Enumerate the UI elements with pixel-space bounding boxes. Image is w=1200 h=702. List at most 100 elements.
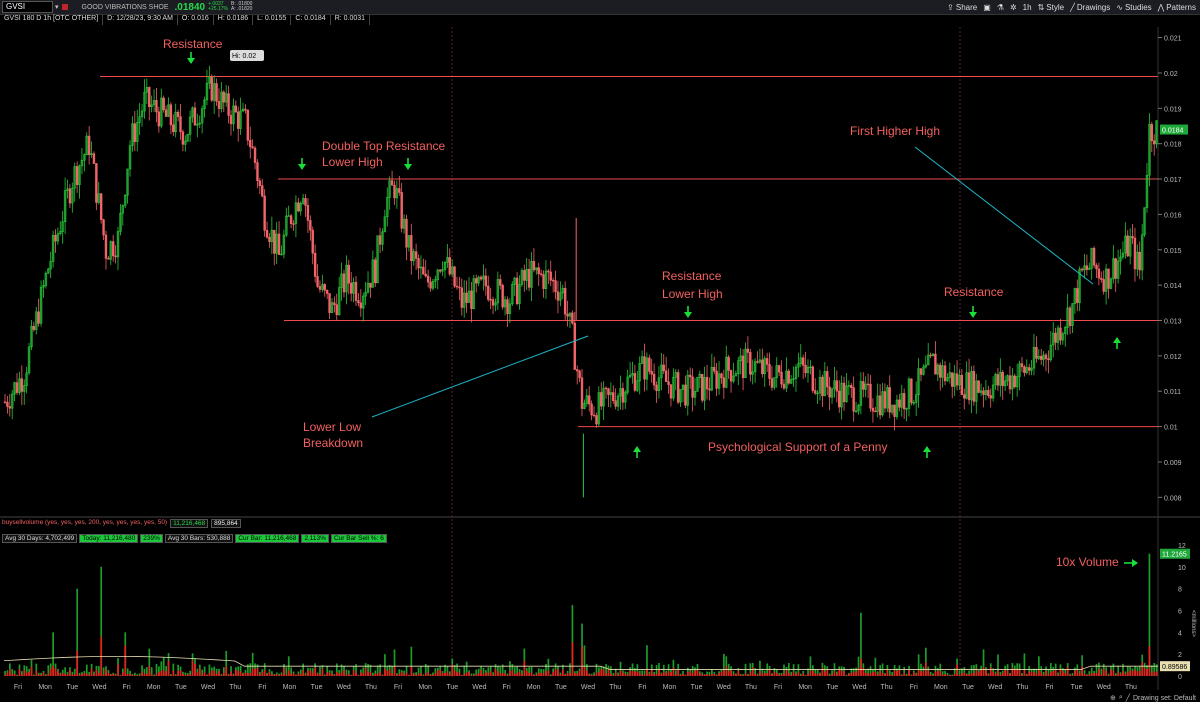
draw-icon[interactable]: ╱ [1126,694,1130,702]
volume-bar-sell-60 [148,665,151,676]
candle-body-254 [614,400,617,407]
volume-bar-sell-391 [944,674,946,676]
volume-bar-sell-431 [1040,672,1043,676]
volume-bar-sell-320 [773,671,776,676]
volume-bar-sell-287 [694,670,696,676]
candle-body-229 [554,280,557,293]
candle-body-70 [172,124,175,133]
candle-body-220 [532,260,536,271]
volume-bar-sell-469 [1131,671,1134,676]
candle-body-30 [75,166,79,185]
candle-body-7 [20,378,24,392]
candle-body-109 [265,230,269,238]
volume-bar-sell-241 [583,667,586,676]
volume-bar-sell-272 [658,669,660,676]
volume-bar-sell-337 [814,673,817,676]
volume-bar-sell-234 [566,672,569,676]
volume-bar-sell-237 [573,673,576,676]
volume-bar-sell-99 [242,673,244,676]
candle-body-337 [814,390,817,394]
volume-bar-sell-233 [564,674,567,676]
candle-body-45 [111,241,115,257]
candle-body-203 [491,299,495,306]
volume-bar-sell-407 [982,667,985,676]
volume-bar-sell-113 [275,674,278,676]
volume-bar-sell-314 [759,671,761,676]
candle-body-469 [1131,236,1134,239]
x-axis-label-40: Wed [1097,684,1111,691]
volume-bar-sell-160 [388,669,391,676]
volume-bar-sell-138 [335,672,338,676]
candle-body-459 [1107,268,1110,289]
volume-bar-sell-375 [905,675,908,676]
volume-bar-sell-180 [436,670,439,676]
volume-bar-sell-46 [114,674,117,676]
price-chart[interactable]: 0.008 0.009 0.01 0.011 0.012 0.013 0.014 0.015 0… [0,0,1200,702]
candle-body-271 [655,384,658,391]
volume-bar-sell-440 [1062,671,1064,676]
x-axis-label-31: Wed [852,684,866,691]
x-axis-label-21: Wed [581,684,595,691]
price-tick-label-3: 0.011 [1164,389,1181,396]
volume-bar-sell-349 [843,671,845,676]
volume-bar-sell-225 [545,671,547,676]
candle-body-133 [323,284,326,291]
x-axis-label-18: Fri [502,684,511,691]
volume-bar-sell-310 [749,671,752,676]
candle-body-141 [342,273,346,293]
candle-body-315 [761,359,764,375]
candle-body-66 [162,97,165,111]
x-axis-label-37: Thu [1016,684,1028,691]
volume-bar-sell-247 [598,671,600,676]
candle-body-362 [874,410,877,413]
volume-bar-sell-6 [18,669,21,676]
volume-bar-sell-154 [374,673,377,676]
volume-bar-sell-25 [64,673,67,676]
volume-bar-sell-93 [227,675,230,676]
volume-bar-sell-432 [1042,674,1045,676]
volume-bar-sell-219 [530,672,533,676]
zoom-in-icon[interactable]: ⊕ [1110,694,1116,702]
volume-study-name[interactable]: buysellvolume (yes, yes, yes, 200, yes, … [2,519,167,528]
magnify-icon[interactable]: ⌕ [1119,694,1123,702]
volume-bar-sell-119 [290,673,292,676]
x-axis-label-8: Thu [229,684,241,691]
candle-body-415 [1001,371,1004,387]
volume-bar-sell-456 [1100,674,1103,676]
volume-bar-sell-58 [143,673,146,676]
candle-body-410 [989,395,992,399]
volume-bar-sell-294 [711,673,713,676]
volume-bar-sell-273 [660,673,663,676]
volume-bar-sell-205 [497,671,499,676]
volume-bar-sell-384 [927,670,930,676]
volume-tick-label-2: 4 [1178,630,1182,637]
candle-body-462 [1114,258,1117,279]
candle-body-21 [54,234,57,242]
volume-bar-sell-313 [756,675,759,676]
volume-unit-label: <millions> [1190,610,1196,638]
volume-bar-sell-279 [674,674,677,676]
candle-body-131 [318,286,322,290]
volume-bar-sell-455 [1098,668,1100,676]
volume-bar-sell-11 [30,667,33,676]
price-panel-bg [0,27,1200,517]
volume-bar-sell-0 [4,674,6,676]
volume-bar-sell-422 [1018,669,1021,676]
price-tick-label-9: 0.017 [1164,177,1182,184]
candle-body-206 [499,279,502,286]
drawing-set-label[interactable]: Drawing set: Default [1133,695,1196,702]
candle-body-238 [575,369,579,372]
candle-body-64 [157,111,161,127]
volume-bar-sell-238 [576,673,579,676]
candle-body-161 [390,180,394,186]
volume-bar-sell-296 [715,675,718,676]
volume-bar-sell-275 [665,673,668,676]
candle-body-222 [537,267,540,275]
stat-curbar: Cur Bar: 11,216,468 [235,534,300,543]
candle-body-361 [871,407,875,412]
volume-bar-sell-36 [90,668,93,676]
volume-bar-sell-181 [439,669,442,676]
candle-body-188 [455,285,459,288]
volume-bar-sell-368 [888,674,891,676]
volume-bar-sell-122 [297,673,300,676]
